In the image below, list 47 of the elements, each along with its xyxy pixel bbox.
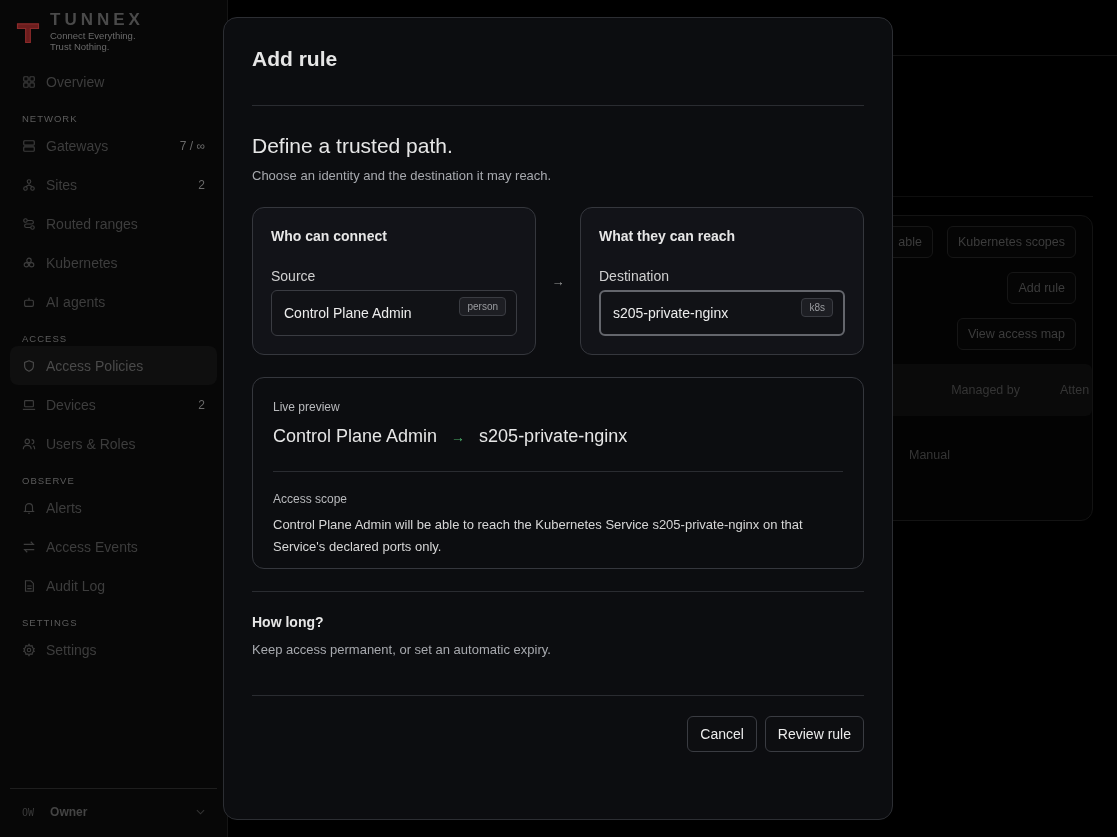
- brand-tagline: Connect Everything.: [50, 30, 137, 41]
- section-subtitle: Choose an identity and the destination it may reach.: [252, 168, 553, 183]
- type-badge: k8s: [801, 298, 833, 317]
- user-name: Owner: [50, 805, 89, 819]
- type-badge: person: [459, 297, 506, 316]
- nav-count: 2: [198, 177, 205, 192]
- scope-label: Access scope: [273, 492, 349, 506]
- arrow-icon: →: [451, 428, 466, 445]
- section-heading: SETTINGS: [21, 616, 79, 630]
- nav-icon: [22, 358, 36, 373]
- chevron-down-icon: [196, 809, 205, 815]
- field-label: Source: [271, 268, 317, 284]
- nav-icon: [22, 177, 36, 192]
- nav-icon: [22, 539, 36, 554]
- nav-icon: [22, 642, 36, 657]
- dialog-title: Add rule: [252, 47, 339, 71]
- brand-tagline: Trust Nothing.: [50, 41, 111, 52]
- duration-description: Keep access permanent, or set an automatic expiry.: [252, 642, 552, 657]
- nav-icon: [22, 500, 36, 515]
- nav-icon: [22, 436, 36, 451]
- brand-name: TUNNEX: [50, 10, 144, 30]
- nav-icon: [22, 74, 36, 89]
- nav-icon: [22, 397, 36, 412]
- preview-source: Control Plane Admin: [273, 426, 438, 447]
- nav-icon: [22, 138, 36, 153]
- field-label: Destination: [599, 268, 671, 284]
- cancel-button[interactable]: Cancel: [687, 716, 757, 752]
- nav-icon: [22, 578, 36, 593]
- scope-description: Control Plane Admin will be able to reach the Kubernetes Service s205-private-nginx on that Service's declared ports only.: [273, 516, 804, 556]
- nav-count: 7 / ∞: [179, 138, 205, 153]
- nav-count: 2: [198, 397, 205, 412]
- section-heading: ACCESS: [21, 332, 69, 346]
- duration-title: How long?: [252, 614, 325, 630]
- source-field[interactable]: Control Plane Admin person: [271, 290, 517, 336]
- section-heading: NETWORK: [21, 112, 79, 126]
- section-title: Define a trusted path.: [252, 134, 454, 158]
- card-title: What they can reach: [599, 228, 737, 244]
- nav-icon: [22, 255, 36, 270]
- destination-field[interactable]: s205-private-nginx k8s: [599, 290, 845, 336]
- preview-label: Live preview: [273, 400, 341, 414]
- preview-destination: s205-private-nginx: [479, 426, 628, 447]
- nav-item[interactable]: Access Policies: [10, 346, 217, 385]
- section-heading: OBSERVE: [21, 474, 76, 488]
- card-title: Who can connect: [271, 228, 388, 244]
- review-rule-button[interactable]: Review rule: [764, 716, 864, 752]
- arrow-icon: →: [548, 273, 568, 289]
- nav-icon: [22, 216, 36, 231]
